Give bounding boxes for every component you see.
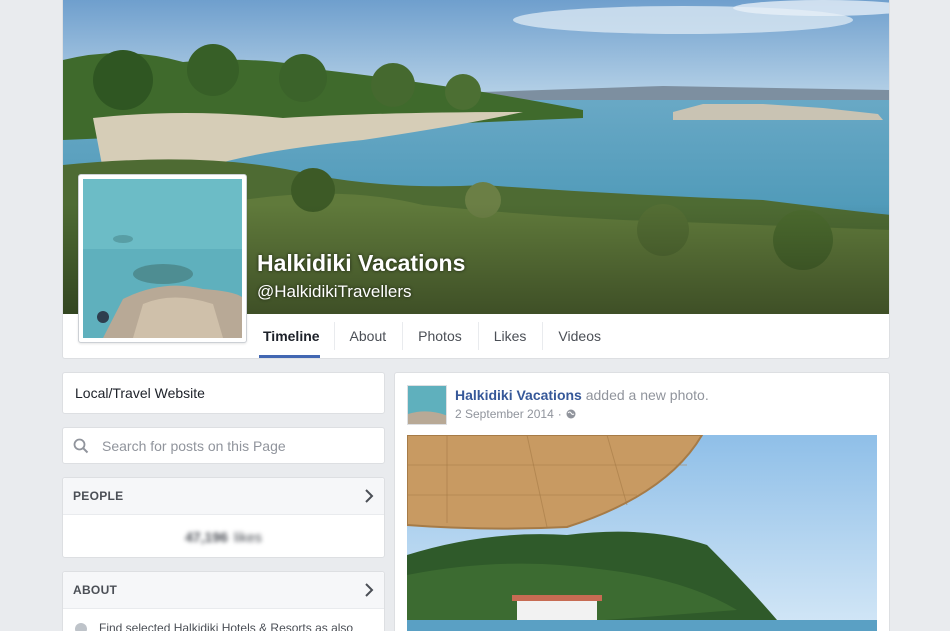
post-header: Halkidiki Vacations added a new photo. [455, 387, 709, 403]
page-search[interactable]: Search for posts on this Page [62, 427, 385, 464]
people-section: PEOPLE 47,196 likes [62, 477, 385, 558]
post-date[interactable]: 2 September 2014 [455, 407, 554, 421]
timeline-post: Halkidiki Vacations added a new photo. 2… [394, 372, 890, 631]
post-meta: 2 September 2014 · [455, 407, 576, 421]
search-icon [73, 438, 89, 453]
tab-videos[interactable]: Videos [542, 314, 617, 358]
post-author-avatar[interactable] [407, 385, 447, 425]
profile-picture[interactable] [78, 174, 247, 343]
post-photo[interactable] [407, 435, 877, 631]
page-category: Local/Travel Website [62, 372, 385, 414]
globe-icon[interactable] [566, 409, 576, 419]
about-section: ABOUT Find selected Halkidiki Hotels & R… [62, 571, 385, 631]
about-header[interactable]: ABOUT [63, 572, 384, 609]
people-header[interactable]: PEOPLE [63, 478, 384, 515]
about-description-text: Find selected Halkidiki Hotels & Resorts… [99, 621, 354, 631]
about-description: Find selected Halkidiki Hotels & Resorts… [63, 609, 384, 631]
post-action: added a new photo. [585, 387, 709, 403]
tab-about[interactable]: About [333, 314, 403, 358]
page-handle[interactable]: @HalkidikiTravellers [257, 282, 412, 302]
tab-photos[interactable]: Photos [402, 314, 478, 358]
meta-separator: · [557, 407, 562, 421]
chevron-right-icon[interactable] [364, 583, 374, 597]
about-header-label: ABOUT [73, 583, 118, 597]
likes-number: 47,196 [185, 528, 228, 545]
post-author-link[interactable]: Halkidiki Vacations [455, 387, 582, 403]
likes-label: likes [233, 528, 262, 545]
likes-count: 47,196 likes [63, 515, 384, 558]
page-tabs: Timeline About Photos Likes Videos [259, 314, 617, 358]
info-icon [75, 623, 87, 631]
tab-likes[interactable]: Likes [477, 314, 543, 358]
people-header-label: PEOPLE [73, 489, 124, 503]
search-input[interactable]: Search for posts on this Page [102, 438, 286, 454]
chevron-right-icon[interactable] [364, 489, 374, 503]
page-name[interactable]: Halkidiki Vacations [257, 250, 465, 277]
page-category-label[interactable]: Local/Travel Website [75, 385, 205, 401]
tab-timeline[interactable]: Timeline [259, 314, 334, 358]
